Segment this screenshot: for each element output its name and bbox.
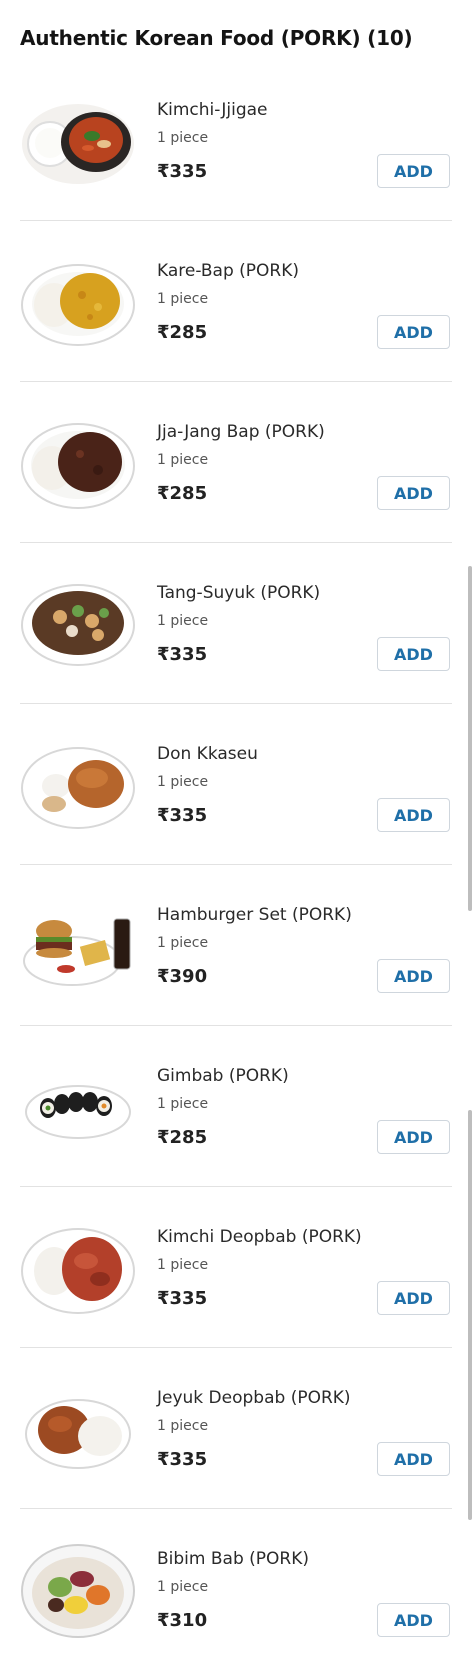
- item-quantity: 1 piece: [157, 130, 209, 146]
- menu-item: Tang-Suyuk (PORK) 1 piece ₹335 ADD: [0, 543, 472, 704]
- item-quantity: 1 piece: [157, 613, 209, 629]
- item-price: ₹335: [157, 1449, 208, 1470]
- menu-item: Hamburger Set (PORK) 1 piece ₹390 ADD: [0, 865, 472, 1026]
- menu-item: Jja-Jang Bap (PORK) 1 piece ₹285 ADD: [0, 382, 472, 543]
- menu-item: Gimbab (PORK) 1 piece ₹285 ADD: [0, 1026, 472, 1187]
- item-price: ₹285: [157, 483, 208, 504]
- bibim-bab-image: [21, 1544, 135, 1638]
- item-quantity: 1 piece: [157, 935, 209, 951]
- scrollbar[interactable]: [468, 1110, 472, 1520]
- tang-suyuk-image: [21, 584, 135, 666]
- hamburger-set-image: [23, 918, 131, 986]
- menu-list: Kimchi-Jjigae 1 piece ₹335 ADD Kare-Bap …: [0, 60, 472, 1670]
- menu-item: Bibim Bab (PORK) 1 piece ₹310 ADD: [0, 1509, 472, 1670]
- kimchi-deopbab-image: [21, 1228, 135, 1314]
- add-button[interactable]: ADD: [377, 154, 450, 188]
- kare-bap-image: [21, 264, 135, 346]
- don-kkaseu-image: [21, 747, 135, 829]
- item-quantity: 1 piece: [157, 291, 209, 307]
- kimchi-jjigae-image: [22, 104, 134, 184]
- add-button[interactable]: ADD: [377, 1281, 450, 1315]
- item-price: ₹335: [157, 161, 208, 182]
- add-button[interactable]: ADD: [377, 798, 450, 832]
- item-price: ₹310: [157, 1610, 208, 1631]
- item-quantity: 1 piece: [157, 452, 209, 468]
- item-name: Kare-Bap (PORK): [157, 261, 300, 281]
- item-price: ₹335: [157, 644, 208, 665]
- add-button[interactable]: ADD: [377, 476, 450, 510]
- jja-jang-bap-image: [21, 423, 135, 509]
- item-name: Kimchi Deopbab (PORK): [157, 1227, 362, 1247]
- item-price: ₹285: [157, 322, 208, 343]
- item-quantity: 1 piece: [157, 1257, 209, 1273]
- menu-item: Kimchi Deopbab (PORK) 1 piece ₹335 ADD: [0, 1187, 472, 1348]
- item-quantity: 1 piece: [157, 1418, 209, 1434]
- gimbab-image: [25, 1085, 131, 1139]
- item-name: Gimbab (PORK): [157, 1066, 289, 1086]
- section-title: Authentic Korean Food (PORK) (10): [20, 26, 413, 50]
- jeyuk-deopbab-image: [25, 1399, 131, 1469]
- add-button[interactable]: ADD: [377, 315, 450, 349]
- menu-item: Don Kkaseu 1 piece ₹335 ADD: [0, 704, 472, 865]
- item-name: Don Kkaseu: [157, 744, 258, 764]
- add-button[interactable]: ADD: [377, 1442, 450, 1476]
- item-name: Tang-Suyuk (PORK): [157, 583, 321, 603]
- item-price: ₹335: [157, 1288, 208, 1309]
- item-price: ₹390: [157, 966, 208, 987]
- item-quantity: 1 piece: [157, 774, 209, 790]
- add-button[interactable]: ADD: [377, 1603, 450, 1637]
- menu-item: Jeyuk Deopbab (PORK) 1 piece ₹335 ADD: [0, 1348, 472, 1509]
- add-button[interactable]: ADD: [377, 959, 450, 993]
- item-name: Hamburger Set (PORK): [157, 905, 352, 925]
- item-name: Jeyuk Deopbab (PORK): [157, 1388, 351, 1408]
- add-button[interactable]: ADD: [377, 637, 450, 671]
- scrollbar[interactable]: [468, 566, 472, 911]
- item-quantity: 1 piece: [157, 1096, 209, 1112]
- item-quantity: 1 piece: [157, 1579, 209, 1595]
- item-name: Kimchi-Jjigae: [157, 100, 268, 120]
- item-price: ₹285: [157, 1127, 208, 1148]
- item-name: Bibim Bab (PORK): [157, 1549, 309, 1569]
- item-name: Jja-Jang Bap (PORK): [157, 422, 325, 442]
- add-button[interactable]: ADD: [377, 1120, 450, 1154]
- menu-item: Kimchi-Jjigae 1 piece ₹335 ADD: [0, 60, 472, 221]
- menu-item: Kare-Bap (PORK) 1 piece ₹285 ADD: [0, 221, 472, 382]
- item-price: ₹335: [157, 805, 208, 826]
